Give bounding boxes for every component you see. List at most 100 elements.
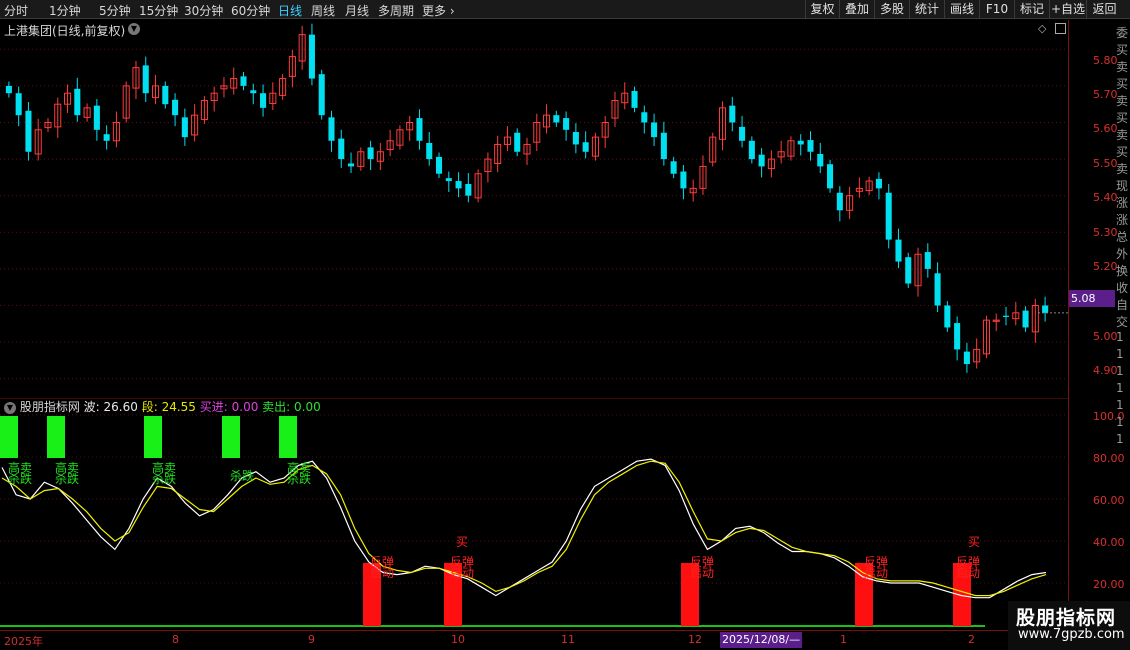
period-more[interactable]: 更多 › (422, 2, 455, 19)
period-5min[interactable]: 5分钟 (99, 2, 131, 19)
watermark-url: www.7gpzb.com (1018, 627, 1125, 642)
candle-down (817, 153, 824, 167)
candle-down (260, 93, 267, 108)
signal-label: 反弹 启动 (956, 555, 981, 580)
price-tick: 5.70 (1093, 88, 1118, 101)
date-tick: 10 (451, 633, 465, 646)
fuquan-button[interactable]: 复权 (805, 0, 839, 19)
overlay-button[interactable]: 叠加 (839, 0, 874, 19)
candle-down (455, 181, 462, 189)
mark-button[interactable]: 标记 (1014, 0, 1049, 19)
indicator-chart[interactable] (0, 398, 1068, 630)
chevron-right-icon: › (449, 4, 455, 18)
candle-down (15, 93, 22, 116)
price-tick: 5.50 (1093, 157, 1118, 170)
period-15min[interactable]: 15分钟 (139, 2, 178, 19)
price-tick: 5.60 (1093, 122, 1118, 135)
candle-down (729, 105, 736, 123)
candle-down (885, 192, 892, 240)
candle-down (142, 65, 149, 94)
quote-field-char: 买 (1116, 145, 1129, 159)
candle-down (563, 118, 570, 130)
quote-field-char: 涨 (1116, 213, 1129, 227)
signal-label: 买 (456, 535, 469, 549)
period-60min[interactable]: 60分钟 (231, 2, 270, 19)
f10-button[interactable]: F10 (979, 0, 1014, 19)
price-tick: 4.90 (1093, 364, 1118, 377)
bo-value: 波: 26.60 (83, 400, 138, 414)
date-tick: 2025年 (4, 635, 43, 648)
candle-down (631, 91, 638, 108)
watermark-name: 股朋指标网 (1016, 607, 1117, 629)
pane-toggle-icon[interactable] (1055, 23, 1066, 34)
price-tick: 5.40 (1093, 191, 1118, 204)
signal-label: 杀跌 (230, 469, 255, 483)
candle-down (1002, 315, 1010, 317)
candlestick-chart[interactable] (0, 20, 1068, 397)
candle-down (93, 105, 100, 130)
period-1min[interactable]: 1分钟 (49, 2, 81, 19)
quote-field-char: 1 (1116, 364, 1124, 378)
sell-signal-bar (144, 416, 162, 458)
candle-down (426, 142, 433, 160)
statistics-button[interactable]: 统计 (909, 0, 944, 19)
chevron-down-icon[interactable]: ▼ (128, 23, 140, 35)
quote-field-char: 卖 (1116, 60, 1129, 74)
back-button[interactable]: 返回 (1086, 0, 1122, 19)
signal-label: 高卖 杀跌 (287, 461, 312, 486)
signal-label: 反弹 启动 (690, 555, 715, 580)
period-monthly[interactable]: 月线 (345, 2, 369, 19)
candle-down (905, 257, 912, 284)
candle-down (807, 140, 814, 152)
sell-signal-bar (47, 416, 65, 458)
candle-down (1022, 310, 1029, 328)
quote-field-char: 卖 (1116, 94, 1129, 108)
period-toolbar: 分时 1分钟 5分钟 15分钟 30分钟 60分钟 日线 周线 月线 多周期 更… (0, 0, 1130, 19)
quote-field-char: 卖 (1116, 128, 1129, 142)
candle-down (308, 34, 315, 79)
date-tick: 12 (688, 633, 702, 646)
duan-value: 段: 24.55 (141, 400, 196, 414)
candle-down (103, 134, 110, 141)
period-30min[interactable]: 30分钟 (184, 2, 223, 19)
quote-field-char: 卖 (1116, 162, 1129, 176)
signal-label: 高卖 杀跌 (152, 461, 177, 486)
period-multi[interactable]: 多周期 (378, 2, 414, 19)
candle-down (670, 161, 677, 174)
period-daily[interactable]: 日线 (278, 2, 302, 19)
candle-down (944, 305, 951, 328)
period-fenshi[interactable]: 分时 (4, 2, 28, 19)
indicator-header: ▼ 股朋指标网 波: 26.60 段: 24.55 买进: 0.00 卖出: 0… (4, 398, 321, 415)
signal-label: 买 (968, 535, 981, 549)
period-weekly[interactable]: 周线 (311, 2, 335, 19)
quote-field-char: 买 (1116, 43, 1129, 57)
quote-field-char: 1 (1116, 330, 1124, 344)
current-price-marker: 5.08 (1069, 290, 1115, 307)
candle-down (181, 117, 188, 138)
quote-panel-edge[interactable]: 委买卖买卖买卖买卖现涨涨总外换收自交1111111 (1115, 20, 1130, 630)
date-tick: 2 (968, 633, 975, 646)
candle-down (25, 110, 32, 152)
date-tick: 11 (561, 633, 575, 646)
quote-field-char: 换 (1116, 264, 1129, 278)
stock-title: 上港集团(日线,前复权) (4, 24, 126, 38)
buy-value: 买进: 0.00 (199, 400, 259, 414)
signal-label: 反弹 启动 (370, 555, 395, 580)
more-label: 更多 (422, 4, 447, 18)
candle-down (641, 112, 648, 123)
candle-down (240, 76, 247, 86)
quote-field-char: 委 (1116, 26, 1129, 40)
date-tick: 8 (172, 633, 179, 646)
date-axis: 2025年 8 9 10 11 12 2025/12/08/— 1 2 (0, 630, 1068, 650)
multi-stock-button[interactable]: 多股 (874, 0, 909, 19)
quote-field-char: 1 (1116, 415, 1124, 429)
candle-down (954, 323, 961, 350)
chevron-down-icon[interactable]: ▼ (4, 401, 16, 414)
diamond-icon[interactable]: ◇ (1038, 22, 1046, 35)
candle-down (367, 147, 374, 160)
quote-field-char: 总 (1116, 230, 1129, 244)
candle-down (875, 178, 882, 189)
watermark-logo: 股朋指标网 www.7gpzb.com (1008, 601, 1130, 650)
draw-line-button[interactable]: 画线 (944, 0, 979, 19)
add-watchlist-button[interactable]: +自选 (1049, 0, 1086, 19)
